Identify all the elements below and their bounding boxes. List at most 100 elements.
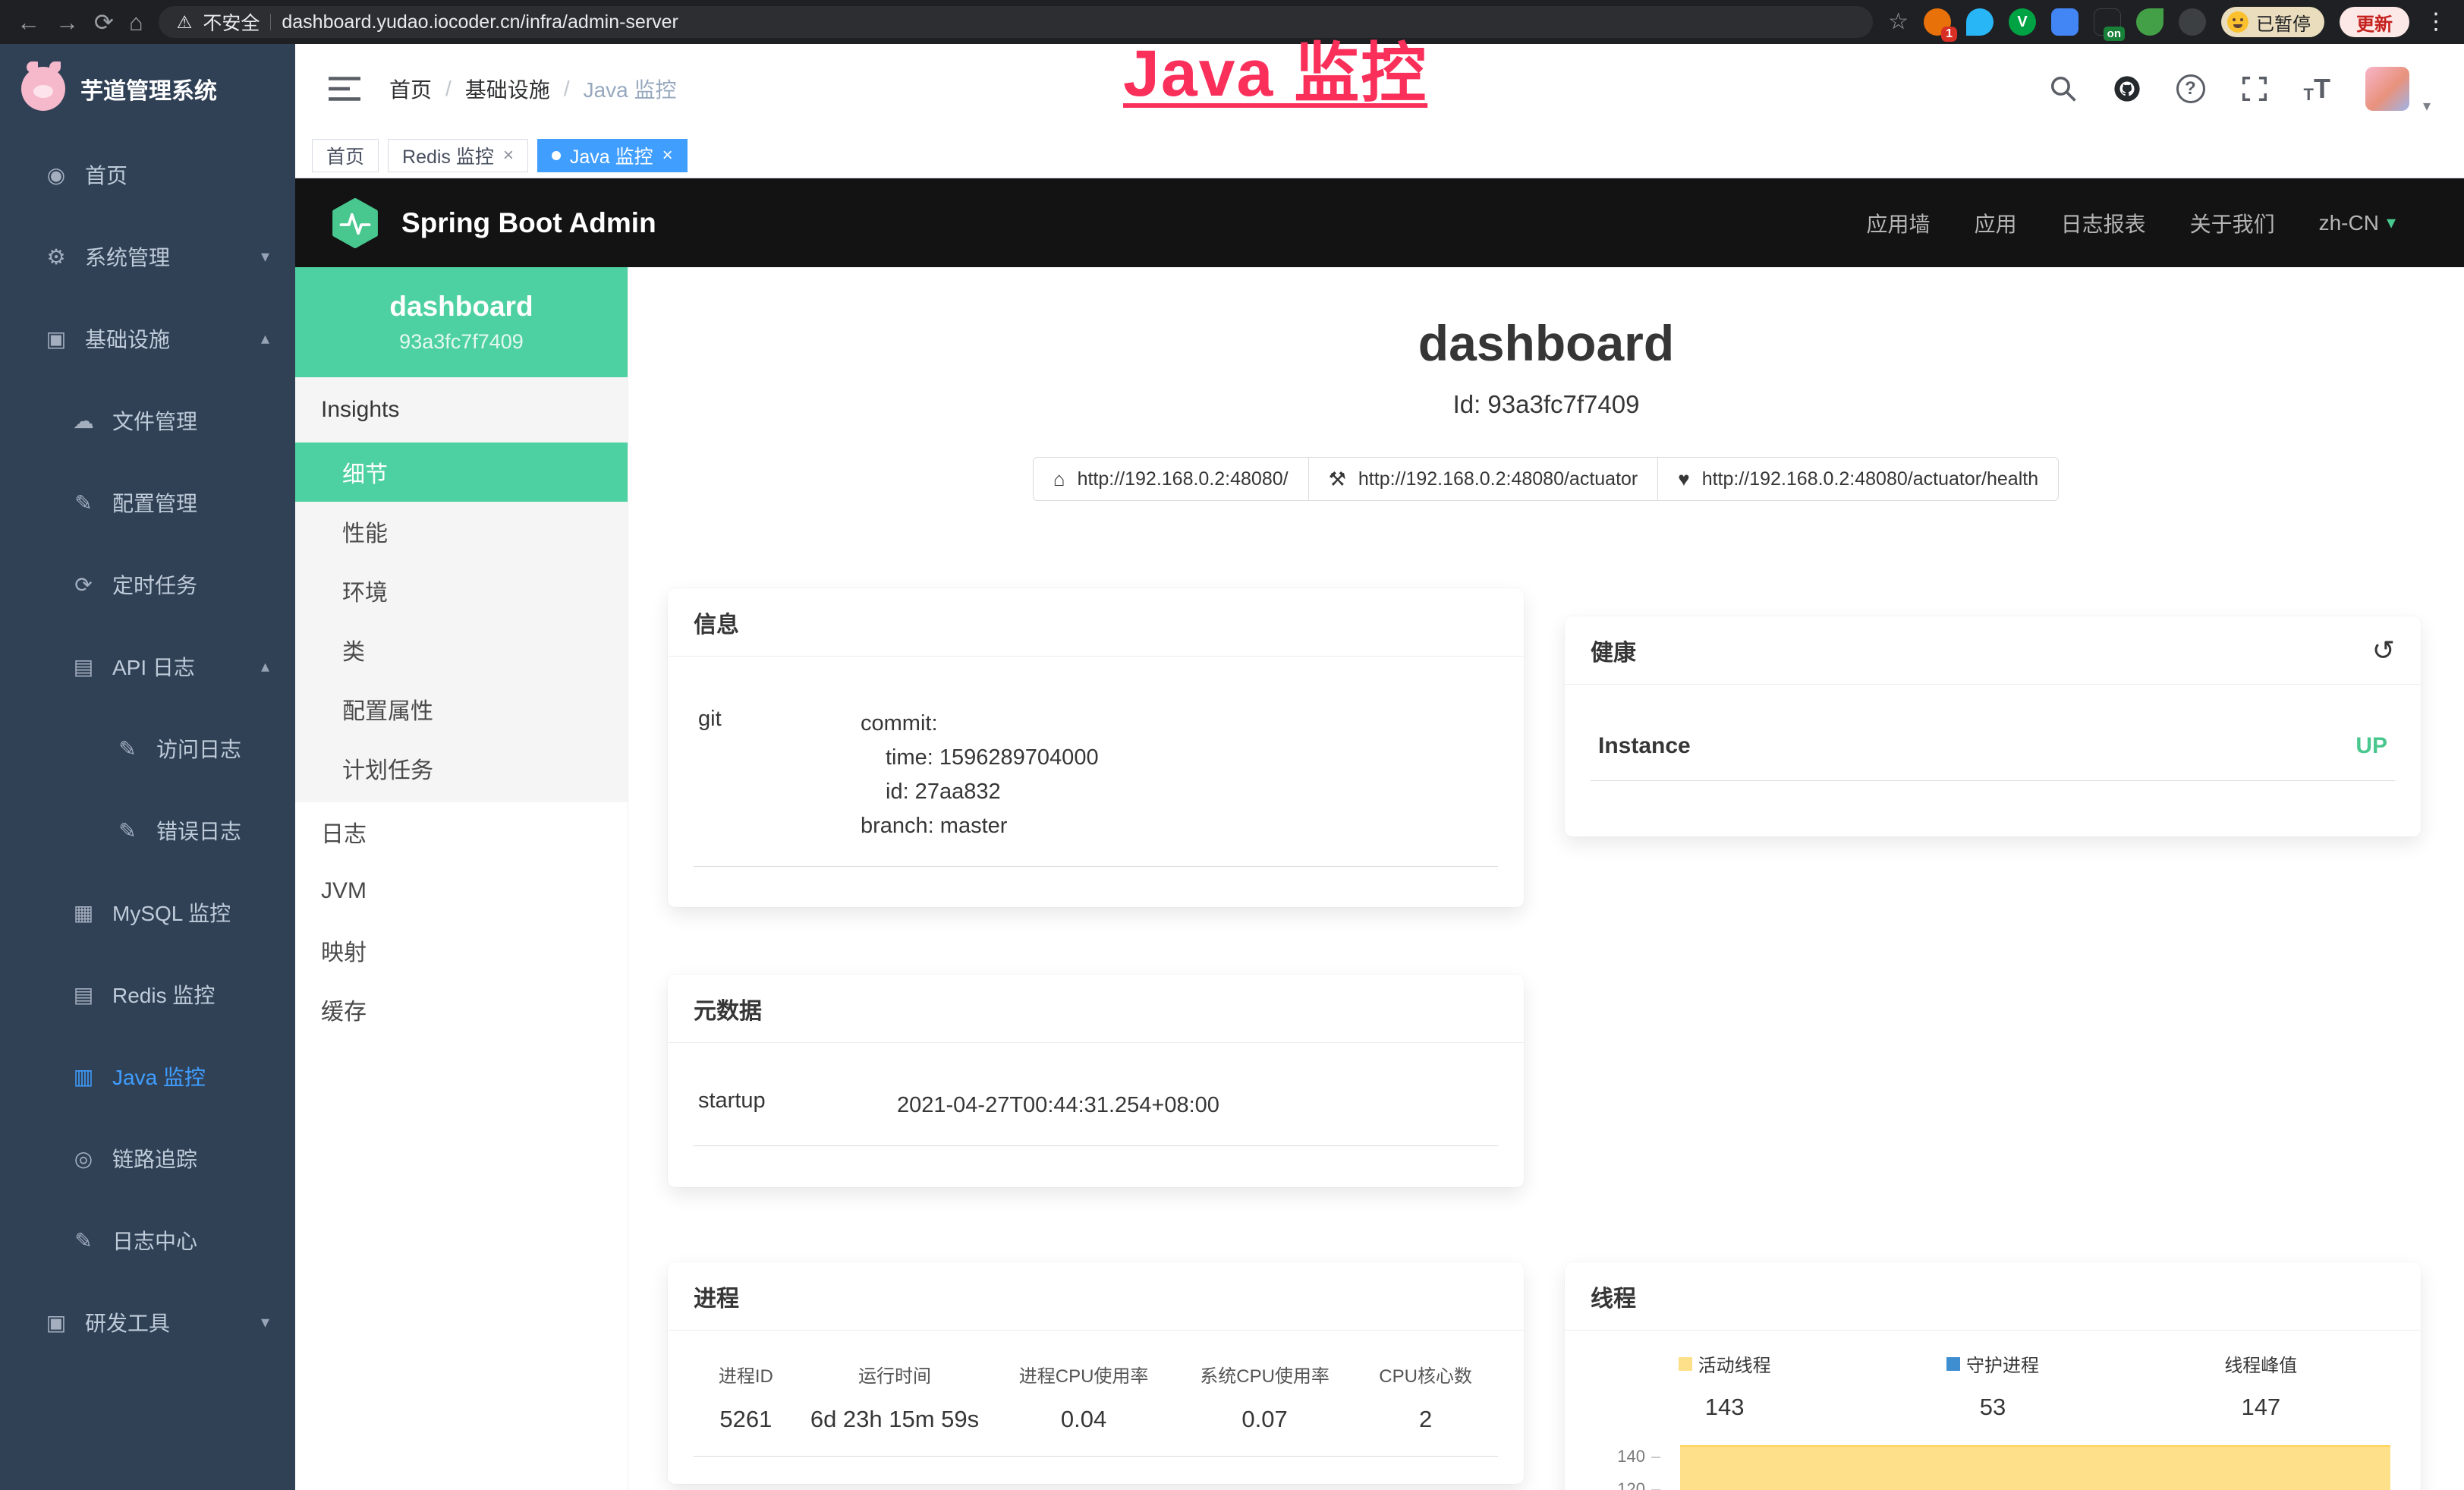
sba-sidebar-item-logs[interactable]: 日志 (295, 802, 628, 862)
sba-language-select[interactable]: zh-CN ▾ (2319, 211, 2396, 235)
sba-sidebar-item-mappings[interactable]: 映射 (295, 921, 628, 980)
process-col-system-cpu: 系统CPU使用率 0.07 (1176, 1361, 1353, 1433)
service-url-text: http://192.168.0.2:48080/ (1078, 468, 1289, 490)
history-icon[interactable]: ↺ (2372, 637, 2395, 664)
sidebar-item-redis-monitor[interactable]: ▤ Redis 监控 (0, 953, 295, 1035)
column-header: 系统CPU使用率 (1176, 1361, 1353, 1388)
sidebar-item-label: 错误日志 (156, 815, 241, 846)
extension-icon-2[interactable] (1966, 8, 1994, 36)
breadcrumb-home[interactable]: 首页 (389, 74, 432, 104)
column-header: 运行时间 (798, 1361, 991, 1388)
legend-swatch-blue (1946, 1357, 1960, 1371)
metadata-key: startup (698, 1088, 897, 1123)
sba-sidebar-item-scheduled-tasks[interactable]: 计划任务 (295, 739, 628, 798)
sba-nav-about[interactable]: 关于我们 (2190, 208, 2275, 238)
search-icon[interactable] (2049, 74, 2078, 103)
sidebar-item-label: MySQL 监控 (112, 897, 231, 928)
sba-nav-wall[interactable]: 应用墙 (1867, 208, 1931, 238)
address-bar[interactable]: ⚠ 不安全 dashboard.yudao.iocoder.cn/infra/a… (159, 6, 1873, 38)
fullscreen-icon[interactable] (2240, 74, 2269, 103)
sba-sidebar-item-details[interactable]: 细节 (295, 443, 628, 502)
sidebar-item-file-manage[interactable]: ☁ 文件管理 (0, 380, 295, 461)
health-url-link[interactable]: ♥ http://192.168.0.2:48080/actuator/heal… (1657, 457, 2059, 501)
spring-boot-admin-logo-icon (330, 198, 380, 248)
help-icon[interactable]: ? (2176, 74, 2205, 103)
legend-live-threads: 活动线程 143 (1591, 1350, 1858, 1421)
health-card-title: 健康 (1591, 634, 1636, 667)
bookmark-star-icon[interactable]: ☆ (1888, 11, 1909, 33)
extension-icon-6[interactable] (2136, 8, 2163, 36)
sba-sidebar-item-configprops[interactable]: 配置属性 (295, 679, 628, 739)
sidebar-item-access-log[interactable]: ✎ 访问日志 (0, 707, 295, 789)
table-row[interactable]: Instance UP (1591, 715, 2395, 781)
gear-icon: ⚙ (42, 244, 70, 269)
sidebar-item-log-center[interactable]: ✎ 日志中心 (0, 1199, 295, 1281)
reload-icon[interactable]: ⟳ (94, 11, 114, 34)
sba-brand[interactable]: Spring Boot Admin (330, 198, 656, 248)
extension-icon-1[interactable]: 1 (1924, 8, 1951, 36)
extension-icon-5[interactable]: on (2094, 8, 2121, 36)
back-icon[interactable]: ← (17, 11, 40, 34)
stack-icon: ▤ (70, 982, 97, 1007)
database-icon: ▦ (70, 900, 97, 925)
sba-sidebar-item-jvm[interactable]: JVM (295, 862, 628, 921)
browser-menu-icon[interactable]: ⋮ (2425, 11, 2447, 33)
sidebar-item-system[interactable]: ⚙ 系统管理 ▾ (0, 216, 295, 298)
sba-sidebar-item-performance[interactable]: 性能 (295, 502, 628, 561)
font-size-icon[interactable]: TT (2304, 73, 2330, 105)
tab-home[interactable]: 首页 (312, 139, 379, 172)
cell-value: 0.04 (991, 1406, 1176, 1433)
chevron-down-icon: ▾ (2387, 212, 2396, 234)
close-icon[interactable]: × (503, 146, 514, 165)
sidebar-item-error-log[interactable]: ✎ 错误日志 (0, 789, 295, 871)
sidebar-item-config-manage[interactable]: ✎ 配置管理 (0, 461, 295, 543)
info-card: 信息 git commit: time: 1596289704000 id: 2… (668, 588, 1524, 907)
threads-card-title: 线程 (1591, 1280, 1636, 1313)
user-avatar[interactable] (2365, 67, 2409, 111)
sidebar-item-mysql-monitor[interactable]: ▦ MySQL 监控 (0, 871, 295, 953)
document-icon: ▤ (70, 654, 97, 679)
heart-icon: ♥ (1678, 468, 1689, 491)
browser-home-icon[interactable]: ⌂ (129, 11, 143, 34)
app-logo[interactable]: 芋道管理系统 (0, 44, 295, 134)
instance-tile[interactable]: dashboard 93a3fc7f7409 (295, 267, 628, 377)
tab-label: 首页 (326, 142, 364, 169)
sidebar-item-java-monitor[interactable]: ▥ Java 监控 (0, 1035, 295, 1117)
extension-icon-3[interactable]: V (2009, 8, 2036, 36)
sidebar-item-scheduled-job[interactable]: ⟳ 定时任务 (0, 543, 295, 625)
metadata-card-body: startup 2021-04-27T00:44:31.254+08:00 (668, 1043, 1524, 1177)
profile-chip[interactable]: 已暂停 (2221, 7, 2324, 37)
legend-label: 守护进程 (1966, 1350, 2039, 1377)
update-button[interactable]: 更新 (2340, 7, 2409, 37)
sidebar-item-infra[interactable]: ▣ 基础设施 ▴ (0, 298, 295, 380)
breadcrumb-infra[interactable]: 基础设施 (465, 74, 550, 104)
extension-icon-4[interactable] (2051, 8, 2079, 36)
actuator-url-link[interactable]: ⚒ http://192.168.0.2:48080/actuator (1308, 457, 1659, 501)
process-col-cpu-cores: CPU核心数 2 (1353, 1361, 1498, 1433)
process-col-pid: 进程ID 5261 (694, 1361, 798, 1433)
sidebar-item-home[interactable]: ◉ 首页 (0, 134, 295, 216)
legend-value: 53 (1858, 1394, 2126, 1421)
legend-value: 143 (1591, 1394, 1858, 1421)
service-url-link[interactable]: ⌂ http://192.168.0.2:48080/ (1033, 457, 1309, 501)
process-table: 进程ID 5261 运行时间 6d 23h 15m 59s 进程CPU使用率 0… (694, 1361, 1498, 1457)
sidebar-toggle-icon[interactable] (329, 75, 360, 102)
monitor-icon: ▥ (70, 1064, 97, 1089)
tab-java-monitor[interactable]: Java 监控 × (537, 139, 688, 172)
tab-redis-monitor[interactable]: Redis 监控 × (388, 139, 528, 172)
sba-sidebar-item-environment[interactable]: 环境 (295, 561, 628, 620)
github-icon[interactable] (2113, 74, 2141, 103)
sidebar-item-api-log[interactable]: ▤ API 日志 ▴ (0, 625, 295, 707)
sba-nav-applications[interactable]: 应用 (1975, 208, 2017, 238)
sba-sidebar-item-caches[interactable]: 缓存 (295, 980, 628, 1039)
sba-nav-journal[interactable]: 日志报表 (2061, 208, 2146, 238)
url-text[interactable]: dashboard.yudao.iocoder.cn/infra/admin-s… (282, 11, 678, 33)
sba-header: Spring Boot Admin 应用墙 应用 日志报表 关于我们 zh-CN… (295, 178, 2464, 267)
sidebar-item-dev-tools[interactable]: ▣ 研发工具 ▾ (0, 1281, 295, 1363)
forward-icon[interactable]: → (55, 11, 79, 34)
close-icon[interactable]: × (662, 146, 673, 165)
extension-icon-7[interactable] (2179, 8, 2206, 36)
sba-sidebar-item-classes[interactable]: 类 (295, 620, 628, 679)
sidebar-item-trace[interactable]: ◎ 链路追踪 (0, 1117, 295, 1199)
security-label[interactable]: 不安全 (203, 8, 260, 36)
